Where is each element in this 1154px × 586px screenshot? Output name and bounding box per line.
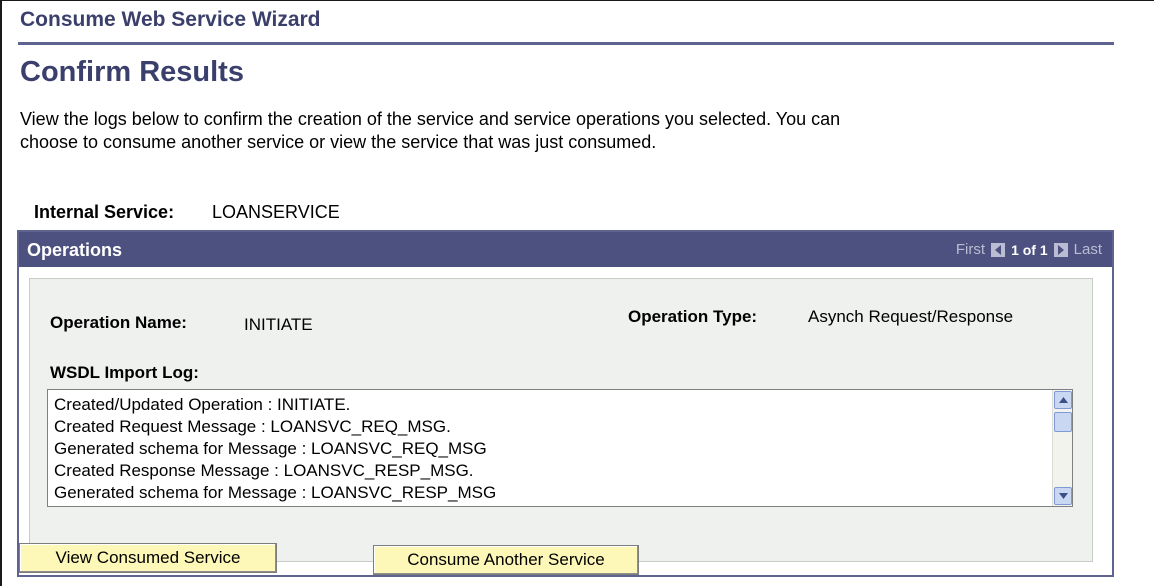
window-top-border [0,0,1154,1]
wizard-title: Consume Web Service Wizard [20,8,321,31]
operations-header: Operations First 1 of 1 Last [19,232,1112,267]
log-line: Created/Updated Operation : INITIATE. [54,395,351,414]
wsdl-import-log[interactable]: Created/Updated Operation : INITIATE. Cr… [47,389,1073,507]
chevron-down-icon[interactable] [1054,487,1072,505]
operation-detail-panel: Operation Name: INITIATE Operation Type:… [29,278,1093,562]
nav-first-link[interactable]: First [956,241,985,258]
log-line: Generated schema for Message : LOANSVC_R… [54,483,497,502]
internal-service-value: LOANSERVICE [212,202,340,222]
page-title: Confirm Results [20,56,244,88]
instructions-text: View the logs below to confirm the creat… [20,109,841,152]
log-line: Created Response Message : LOANSVC_RESP_… [54,461,474,480]
log-content: Created/Updated Operation : INITIATE. Cr… [54,394,1054,504]
log-line: Created Request Message : LOANSVC_REQ_MS… [54,417,451,436]
scrollbar-thumb[interactable] [1054,412,1072,432]
log-line: Generated schema for Message : LOANSVC_R… [54,439,487,458]
operations-grid: Operations First 1 of 1 Last Operation N… [17,230,1114,577]
operation-name-label: Operation Name: [50,313,187,332]
operation-name-value: INITIATE [244,315,313,334]
left-arrow-icon[interactable] [991,242,1006,257]
operation-type-label: Operation Type: [628,307,758,326]
chevron-up-icon[interactable] [1054,391,1072,409]
view-consumed-service-button[interactable]: View Consumed Service [19,543,277,573]
nav-count: 1 of 1 [1011,241,1048,258]
nav-last-link[interactable]: Last [1074,241,1102,258]
log-scrollbar[interactable] [1052,390,1072,506]
consume-another-service-button[interactable]: Consume Another Service [373,545,639,575]
operation-type-value: Asynch Request/Response [808,307,1014,326]
title-divider [18,42,1114,45]
window-left-border [0,0,2,586]
wsdl-log-label: WSDL Import Log: [50,363,199,382]
operations-title: Operations [27,240,123,260]
right-arrow-icon[interactable] [1053,242,1068,257]
row-navigator: First 1 of 1 Last [956,241,1102,258]
internal-service-label: Internal Service: [34,202,175,222]
